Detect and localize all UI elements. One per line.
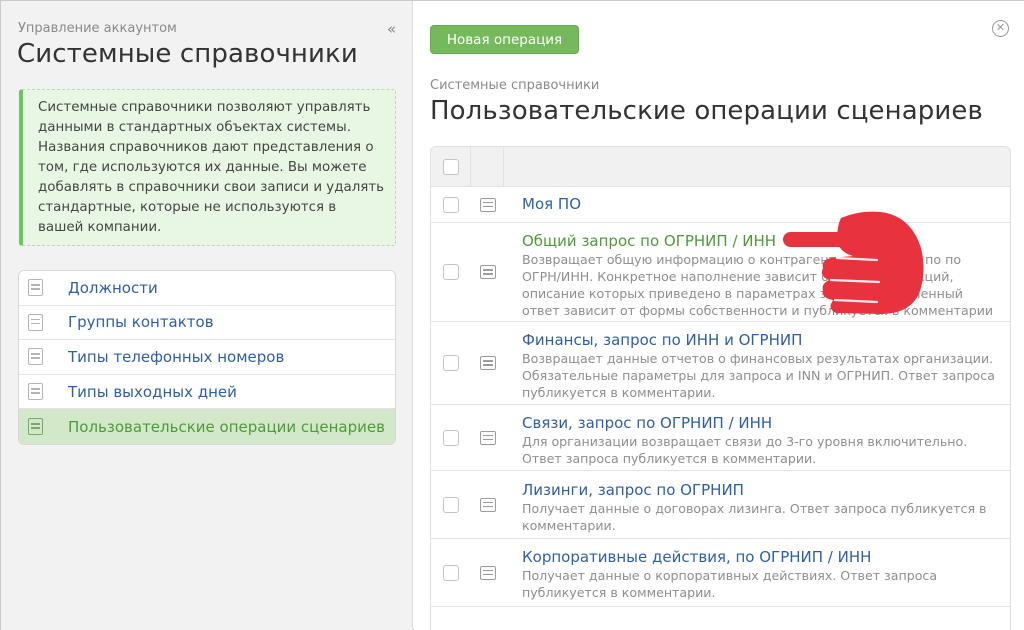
pointing-hand-icon bbox=[783, 211, 924, 314]
close-icon[interactable]: ✕ bbox=[992, 20, 1009, 37]
operation-description: Получает данные о договорах лизинга. Отв… bbox=[522, 501, 987, 533]
operation-icon bbox=[479, 497, 496, 512]
sidebar-item-custom-operations[interactable]: Пользовательские операции сценариев bbox=[19, 409, 395, 444]
table-row: Корпоративные действия, по ОГРНИП / ИНН … bbox=[431, 539, 1010, 607]
operation-description: Для организации возвращает связи до 3-го… bbox=[522, 434, 968, 466]
row-checkbox[interactable] bbox=[443, 196, 459, 213]
new-operation-button[interactable]: Новая операция bbox=[430, 25, 579, 54]
operation-description: Возвращает общую информацию о контрагент… bbox=[522, 252, 994, 318]
main-panel: Новая операция ✕ Системные справочники П… bbox=[414, 1, 1024, 630]
dictionary-list: Должности Группы контактов Типы телефонн… bbox=[18, 270, 396, 445]
sidebar-item-label: Типы телефонных номеров bbox=[68, 347, 285, 366]
app-window: Управление аккаунтом « Системные справоч… bbox=[0, 0, 1024, 630]
sidebar-item-positions[interactable]: Должности bbox=[19, 271, 395, 306]
sidebar-item-phone-types[interactable]: Типы телефонных номеров bbox=[19, 340, 395, 375]
left-panel: Управление аккаунтом « Системные справоч… bbox=[1, 1, 413, 630]
sidebar-item-label: Типы выходных дней bbox=[68, 382, 237, 401]
operation-title-link[interactable]: Корпоративные действия, по ОГРНИП / ИНН bbox=[522, 548, 1000, 567]
table-row: Финансы, запрос по ИНН и ОГРНИП Возвраща… bbox=[431, 322, 1010, 405]
sidebar-item-day-off-types[interactable]: Типы выходных дней bbox=[19, 375, 395, 410]
row-checkbox[interactable] bbox=[443, 564, 459, 581]
row-checkbox[interactable] bbox=[443, 496, 459, 513]
sidebar-item-label: Пользовательские операции сценариев bbox=[68, 417, 385, 436]
operation-title-link[interactable]: Связи, запрос по ОГРНИП / ИНН bbox=[522, 414, 1000, 433]
table-row bbox=[431, 607, 1010, 630]
sidebar-item-label: Должности bbox=[68, 278, 158, 297]
document-icon bbox=[28, 279, 43, 297]
table-row: Лизинги, запрос по ОГРНИП Получает данны… bbox=[431, 471, 1010, 539]
document-icon bbox=[28, 348, 43, 366]
sidebar-item-label: Группы контактов bbox=[68, 313, 214, 332]
info-box: Системные справочники позволяют управлят… bbox=[19, 89, 396, 246]
row-checkbox[interactable] bbox=[443, 355, 459, 371]
sidebar-item-contact-groups[interactable]: Группы контактов bbox=[19, 306, 395, 341]
operation-title-link[interactable]: Финансы, запрос по ИНН и ОГРНИП bbox=[522, 331, 1000, 350]
operation-title-link[interactable]: Лизинги, запрос по ОГРНИП bbox=[522, 481, 1000, 500]
collapse-panel-icon[interactable]: « bbox=[387, 20, 396, 38]
row-checkbox[interactable] bbox=[443, 264, 459, 280]
table-row: Связи, запрос по ОГРНИП / ИНН Для органи… bbox=[431, 405, 1010, 471]
breadcrumb: Системные справочники bbox=[430, 78, 600, 93]
document-icon bbox=[28, 418, 43, 436]
section-title: Пользовательские операции сценариев bbox=[430, 96, 983, 126]
operation-icon bbox=[479, 265, 496, 279]
operation-title-link[interactable]: Общий запрос по ОГРНИП / ИНН bbox=[522, 232, 1000, 251]
page-title: Системные справочники bbox=[17, 39, 358, 69]
operation-title-link[interactable]: Моя ПО bbox=[522, 195, 581, 214]
document-icon bbox=[28, 313, 43, 331]
row-checkbox[interactable] bbox=[443, 429, 459, 446]
document-icon bbox=[28, 383, 43, 401]
operation-icon bbox=[479, 197, 496, 212]
operation-description: Возвращает данные отчетов о финансовых р… bbox=[522, 351, 995, 400]
breadcrumb: Управление аккаунтом bbox=[18, 21, 177, 36]
select-all-checkbox[interactable] bbox=[442, 158, 459, 175]
table-header bbox=[431, 147, 1010, 187]
operation-icon bbox=[479, 430, 496, 445]
operation-description: Получает данные о корпоративных действия… bbox=[522, 568, 938, 600]
operation-icon bbox=[479, 565, 496, 580]
operation-icon bbox=[479, 356, 496, 370]
